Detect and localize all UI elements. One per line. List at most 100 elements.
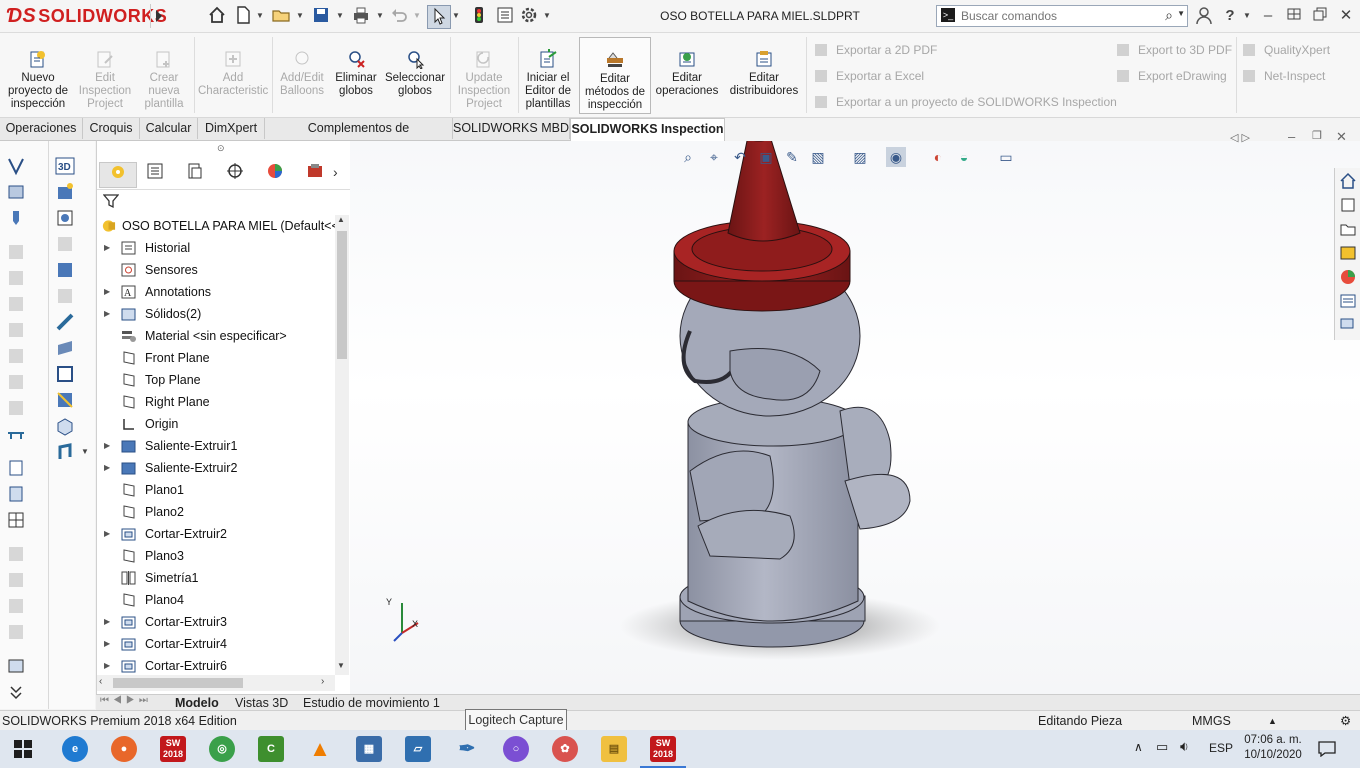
edit-inspection-project-button[interactable]: Edit Inspection Project: [74, 33, 136, 117]
tab-estudio-movimiento[interactable]: Estudio de movimiento 1: [303, 695, 440, 711]
forum-icon[interactable]: [1339, 316, 1357, 334]
expand-arrow-icon[interactable]: ▶: [104, 611, 114, 633]
tree-item-plano1[interactable]: Plano1: [97, 479, 335, 501]
zoom-to-area-icon[interactable]: ⌖: [704, 147, 724, 167]
sweep-tool-icon[interactable]: [54, 311, 76, 333]
tree-horizontal-scrollbar[interactable]: ‹ ›: [97, 675, 335, 691]
tree-root[interactable]: OSO BOTELLA PARA MIEL (Default<<De: [97, 215, 335, 237]
tab-complementos[interactable]: Complementos de SOLIDWORKS: [265, 118, 453, 156]
disabled-tool-icon[interactable]: [5, 345, 27, 367]
tab-solidworks-mbd[interactable]: SOLIDWORKS MBD: [453, 118, 570, 139]
language-indicator[interactable]: ESP: [1209, 741, 1233, 755]
tab-operaciones[interactable]: Operaciones: [0, 118, 83, 139]
new-inspection-project-button[interactable]: Nuevo proyecto de inspección: [4, 33, 72, 117]
home-icon[interactable]: [206, 5, 228, 27]
tree-item-top-plane[interactable]: Top Plane: [97, 369, 335, 391]
open-folder-icon[interactable]: [270, 5, 292, 27]
tree-item-cortar-extruir6[interactable]: ▶ Cortar-Extruir6: [97, 655, 335, 675]
previous-view-icon[interactable]: ↶: [730, 147, 750, 167]
rebuild-status-icon[interactable]: ⚙: [1340, 711, 1351, 731]
draft-tool-icon[interactable]: [54, 389, 76, 411]
inspection-manager-tab-icon[interactable]: [297, 162, 333, 186]
template-editor-button[interactable]: Iniciar el Editor de plantillas: [520, 33, 576, 117]
select-pointer-icon[interactable]: [427, 5, 451, 29]
tree-item-simetria1[interactable]: Simetría1: [97, 567, 335, 589]
net-inspect-button[interactable]: Net-Inspect: [1242, 66, 1325, 86]
close-window-icon[interactable]: ✕: [1336, 6, 1356, 26]
cortana-circle-icon[interactable]: ○: [503, 736, 529, 762]
tree-item-plano4[interactable]: Plano4: [97, 589, 335, 611]
export-inspection-project-button[interactable]: Exportar a un proyecto de SOLIDWORKS Ins…: [814, 92, 1117, 112]
tab-solidworks-inspection[interactable]: SOLIDWORKS Inspection: [570, 118, 725, 141]
tab-croquis[interactable]: Croquis: [83, 118, 140, 139]
rib-dropdown-caret[interactable]: ▼: [81, 447, 89, 456]
export-3d-pdf-button[interactable]: Export to 3D PDF: [1116, 40, 1232, 60]
delete-balloons-button[interactable]: Eliminar globos: [330, 33, 382, 117]
edit-inspection-methods-button[interactable]: Editar métodos de inspección: [579, 37, 651, 114]
menu-expand-arrow[interactable]: [150, 4, 175, 28]
save-icon[interactable]: [310, 5, 332, 27]
select-balloons-button[interactable]: Seleccionar globos: [384, 33, 446, 117]
print-icon[interactable]: [350, 5, 372, 27]
disabled-tool-icon[interactable]: [5, 267, 27, 289]
print-dropdown-caret[interactable]: ▼: [376, 9, 384, 23]
disabled-tool-icon[interactable]: [5, 371, 27, 393]
disabled-tool-icon[interactable]: [5, 543, 27, 565]
export-2d-pdf-button[interactable]: Exportar a 2D PDF: [814, 40, 937, 60]
tree-item-historial[interactable]: ▶ Historial: [97, 237, 335, 259]
qualityxpert-button[interactable]: QualityXpert: [1242, 40, 1330, 60]
tray-expand-icon[interactable]: ∧: [1134, 740, 1143, 754]
clock[interactable]: 07:06 a. m. 10/10/2020: [1238, 733, 1308, 763]
update-inspection-project-button[interactable]: Update Inspection Project: [454, 33, 514, 117]
notifications-icon[interactable]: [1318, 741, 1336, 757]
tree-item-right-plane[interactable]: Right Plane: [97, 391, 335, 413]
graphics-viewport[interactable]: Y X ⌕ ⌖ ↶ ▣ ✎ ▧ ▨ ◉ ◐ ◒ ▭ ◁ ▷ – ❐ ✕: [350, 129, 1360, 694]
viewport-close-icon[interactable]: ✕: [1336, 129, 1347, 145]
display-style-icon[interactable]: ▨: [850, 147, 870, 167]
create-template-button[interactable]: Crear nueva plantilla: [138, 33, 190, 117]
search-commands-box[interactable]: >_ ⌕ ▼: [936, 5, 1188, 27]
view-orientation-icon[interactable]: ▧: [808, 147, 828, 167]
tree-item-saliente-extruir1[interactable]: ▶ Saliente-Extruir1: [97, 435, 335, 457]
dimxpertmanager-tab-icon[interactable]: [217, 162, 253, 186]
scroll-right-icon[interactable]: ›: [321, 676, 324, 687]
open-dropdown-caret[interactable]: ▼: [296, 9, 304, 23]
tree-item-origin[interactable]: Origin: [97, 413, 335, 435]
vlc-icon[interactable]: ▲: [307, 736, 333, 762]
shell-tool-icon[interactable]: [54, 363, 76, 385]
scroll-thumb[interactable]: [337, 231, 347, 359]
tab-vistas-3d[interactable]: Vistas 3D: [235, 695, 288, 711]
options-gear-icon[interactable]: [518, 5, 540, 27]
sketch-tool-icon[interactable]: [54, 181, 76, 203]
tree-item-cortar-extruir4[interactable]: ▶ Cortar-Extruir4: [97, 633, 335, 655]
minimize-window-icon[interactable]: –: [1258, 6, 1278, 26]
edge-browser-icon[interactable]: e: [62, 736, 88, 762]
expand-arrow-icon[interactable]: ▶: [104, 523, 114, 545]
add-characteristic-button[interactable]: Add Characteristic: [198, 33, 268, 117]
tree-item-material-sin-especificar[interactable]: Material <sin especificar>: [97, 325, 335, 347]
part-tool-icon[interactable]: [5, 181, 27, 203]
file-explorer-icon[interactable]: [1339, 220, 1357, 238]
tabs-scroll-right-icon[interactable]: ›: [333, 164, 338, 180]
export-edrawing-button[interactable]: Export eDrawing: [1116, 66, 1227, 86]
design-library-icon[interactable]: [1339, 196, 1357, 214]
network-icon[interactable]: ▭: [1156, 739, 1168, 755]
disabled-tool-icon[interactable]: [5, 241, 27, 263]
edit-operations-button[interactable]: Editar operaciones: [652, 33, 722, 117]
disabled-tool-icon[interactable]: [5, 621, 27, 643]
solidworks-2018-icon[interactable]: SW 2018: [160, 736, 186, 762]
body-tool-icon[interactable]: [54, 259, 76, 281]
volume-icon[interactable]: 🔉︎: [1180, 738, 1189, 755]
camtasia-icon[interactable]: C: [258, 736, 284, 762]
tree-item-cortar-extruir2[interactable]: ▶ Cortar-Extruir2: [97, 523, 335, 545]
viewport-minimize-icon[interactable]: –: [1288, 129, 1295, 144]
featuremanager-tab-icon[interactable]: [99, 162, 137, 188]
tab-scroll-arrows[interactable]: ⏮◀▶⏭: [100, 695, 152, 706]
displaymanager-tab-icon[interactable]: [257, 162, 293, 186]
filter-icon[interactable]: [102, 193, 123, 211]
view-palette-icon[interactable]: [1339, 244, 1357, 262]
disabled-tool-icon[interactable]: [5, 319, 27, 341]
edit-appearance-icon[interactable]: ◐: [928, 147, 948, 167]
tab-calcular[interactable]: Calcular: [140, 118, 198, 139]
save-tool-icon[interactable]: [5, 655, 27, 677]
